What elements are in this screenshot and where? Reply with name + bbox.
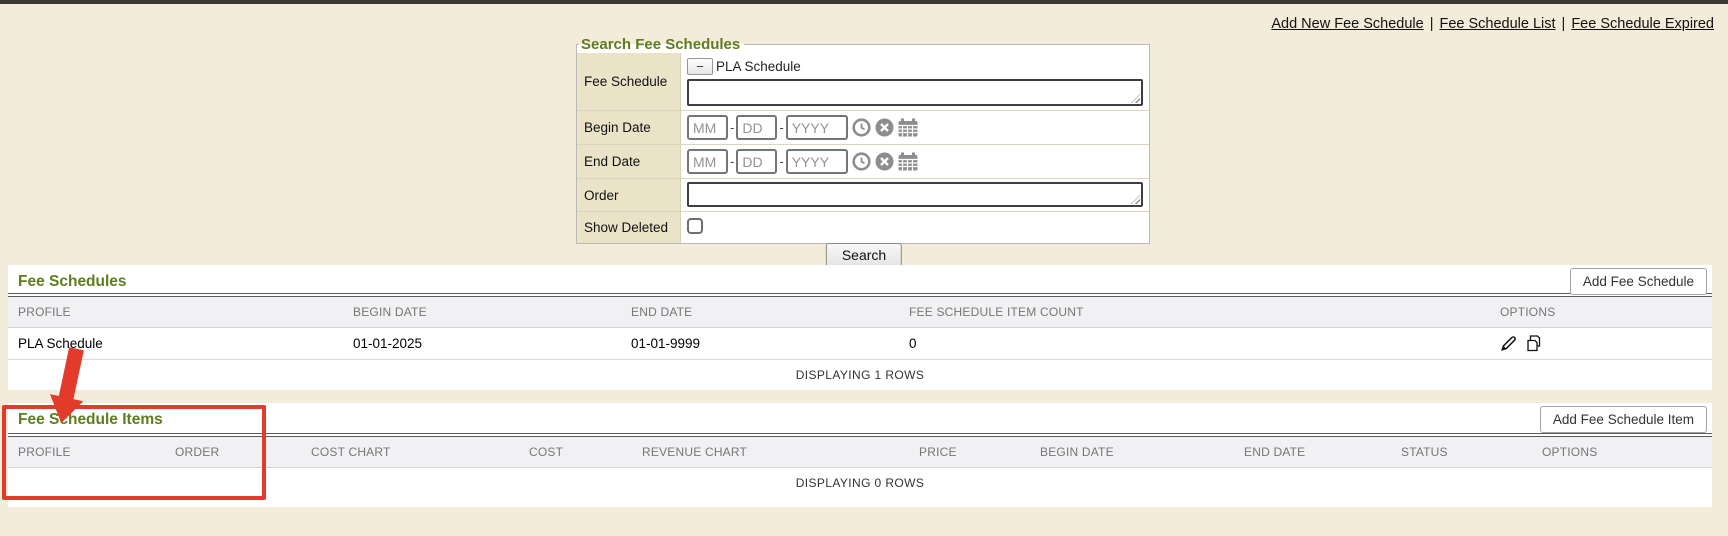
date-dash: -	[779, 120, 783, 135]
col-end-date: END DATE	[1234, 437, 1391, 468]
col-profile: PROFILE	[8, 297, 343, 328]
col-cost: COST	[519, 437, 632, 468]
show-deleted-checkbox[interactable]	[687, 218, 703, 234]
fee-schedule-input[interactable]	[687, 79, 1143, 106]
begin-date-year-input[interactable]	[786, 115, 848, 140]
begin-date-label: Begin Date	[577, 111, 681, 144]
nav-link-fee-schedule-expired[interactable]: Fee Schedule Expired	[1571, 16, 1714, 32]
cell-begin-date: 01-01-2025	[343, 328, 621, 360]
fee-schedules-panel: Fee Schedules Add Fee Schedule PROFILE B…	[8, 265, 1712, 390]
date-dash: -	[730, 120, 734, 135]
fee-schedules-table: PROFILE BEGIN DATE END DATE FEE SCHEDULE…	[8, 297, 1712, 390]
top-nav: Add New Fee Schedule | Fee Schedule List | F…	[1271, 16, 1714, 32]
col-end-date: END DATE	[621, 297, 899, 328]
fee-schedule-items-title: Fee Schedule Items	[8, 403, 1712, 429]
show-deleted-field	[681, 212, 1149, 243]
copy-icon[interactable]	[1525, 335, 1543, 352]
fee-schedule-row: Fee Schedule − PLA Schedule	[577, 53, 1149, 111]
end-date-label: End Date	[577, 145, 681, 178]
page: Add New Fee Schedule | Fee Schedule List | F…	[0, 0, 1728, 536]
begin-date-day-input[interactable]	[736, 115, 777, 140]
cell-options	[1490, 328, 1712, 360]
fee-schedule-field: − PLA Schedule	[681, 53, 1149, 110]
top-border-bar	[0, 0, 1728, 4]
col-profile: PROFILE	[8, 437, 165, 468]
col-revenue-chart: REVENUE CHART	[632, 437, 909, 468]
end-date-row: End Date - -	[577, 145, 1149, 179]
minus-icon: −	[696, 59, 704, 74]
col-options: OPTIONS	[1532, 437, 1712, 468]
fee-schedule-row-pla[interactable]: PLA Schedule 01-01-2025 01-01-9999 0	[8, 328, 1712, 360]
edit-icon[interactable]	[1500, 335, 1517, 352]
end-date-month-input[interactable]	[687, 149, 728, 174]
fee-schedule-items-footer-row: DISPLAYING 0 ROWS	[8, 468, 1712, 499]
fee-schedule-tree: − PLA Schedule	[687, 56, 1143, 77]
nav-separator: |	[1430, 16, 1434, 32]
col-item-count: FEE SCHEDULE ITEM COUNT	[899, 297, 1490, 328]
order-field	[681, 179, 1149, 211]
begin-date-row: Begin Date - -	[577, 111, 1149, 145]
col-begin-date: BEGIN DATE	[343, 297, 621, 328]
fee-schedules-row-count: DISPLAYING 1 ROWS	[8, 360, 1712, 391]
clear-icon[interactable]	[875, 118, 894, 137]
time-icon[interactable]	[852, 118, 871, 137]
show-deleted-label: Show Deleted	[577, 212, 681, 243]
fee-schedule-items-header: Fee Schedule Items Add Fee Schedule Item	[8, 403, 1712, 437]
end-date-field: - -	[681, 145, 1149, 178]
fee-schedule-items-panel: Fee Schedule Items Add Fee Schedule Item…	[8, 403, 1712, 507]
add-fee-schedule-item-button[interactable]: Add Fee Schedule Item	[1540, 406, 1707, 433]
time-icon[interactable]	[852, 152, 871, 171]
calendar-icon[interactable]	[898, 152, 918, 171]
add-fee-schedule-button[interactable]: Add Fee Schedule	[1570, 268, 1707, 295]
tree-collapse-button[interactable]: −	[687, 58, 713, 75]
fee-schedule-label: Fee Schedule	[577, 53, 681, 110]
col-options: OPTIONS	[1490, 297, 1712, 328]
fee-schedules-header: Fee Schedules Add Fee Schedule	[8, 265, 1712, 297]
search-fee-schedules-fieldset: Search Fee Schedules Fee Schedule − PLA …	[576, 36, 1150, 244]
fee-schedules-header-row: PROFILE BEGIN DATE END DATE FEE SCHEDULE…	[8, 297, 1712, 328]
col-status: STATUS	[1391, 437, 1532, 468]
fee-schedule-items-row-count: DISPLAYING 0 ROWS	[8, 468, 1712, 499]
end-date-day-input[interactable]	[736, 149, 777, 174]
tree-item-pla-schedule[interactable]: PLA Schedule	[716, 59, 801, 74]
clear-icon[interactable]	[875, 152, 894, 171]
order-label: Order	[577, 179, 681, 211]
col-price: PRICE	[909, 437, 1030, 468]
nav-link-add-new-fee-schedule[interactable]: Add New Fee Schedule	[1271, 16, 1423, 32]
calendar-icon[interactable]	[898, 118, 918, 137]
fee-schedules-footer-row: DISPLAYING 1 ROWS	[8, 360, 1712, 391]
nav-link-fee-schedule-list[interactable]: Fee Schedule List	[1439, 16, 1555, 32]
fee-schedules-title: Fee Schedules	[8, 265, 1712, 291]
col-cost-chart: COST CHART	[301, 437, 519, 468]
fee-schedule-items-table: PROFILE ORDER COST CHART COST REVENUE CH…	[8, 437, 1712, 498]
end-date-year-input[interactable]	[786, 149, 848, 174]
col-begin-date: BEGIN DATE	[1030, 437, 1234, 468]
order-input[interactable]	[687, 182, 1143, 207]
cell-profile: PLA Schedule	[8, 328, 343, 360]
nav-separator: |	[1562, 16, 1566, 32]
show-deleted-row: Show Deleted	[577, 212, 1149, 243]
begin-date-field: - -	[681, 111, 1149, 144]
cell-end-date: 01-01-9999	[621, 328, 899, 360]
search-button[interactable]: Search	[826, 243, 902, 267]
order-row: Order	[577, 179, 1149, 212]
search-fee-schedules-legend: Search Fee Schedules	[579, 36, 744, 53]
cell-item-count: 0	[899, 328, 1490, 360]
date-dash: -	[730, 154, 734, 169]
col-order: ORDER	[165, 437, 301, 468]
begin-date-month-input[interactable]	[687, 115, 728, 140]
fee-schedule-items-header-row: PROFILE ORDER COST CHART COST REVENUE CH…	[8, 437, 1712, 468]
date-dash: -	[779, 154, 783, 169]
